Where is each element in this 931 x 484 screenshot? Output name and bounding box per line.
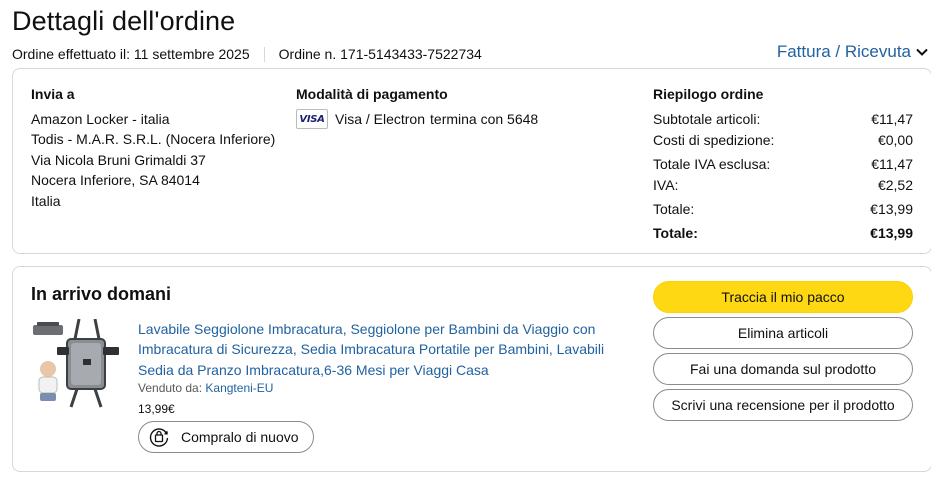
summary-row-total: Totale: €13,99 (653, 199, 913, 219)
track-package-button[interactable]: Traccia il mio pacco (653, 281, 913, 313)
shipping-address: Amazon Locker - italia Todis - M.A.R. S.… (31, 109, 275, 211)
meta-divider (263, 46, 265, 62)
visa-card-icon: VISA (296, 109, 328, 129)
order-date: Ordine effettuato il: 11 settembre 2025 (12, 46, 250, 62)
buy-again-button[interactable]: Compralo di nuovo (138, 421, 314, 453)
summary-value: €2,52 (877, 177, 913, 193)
summary-row-vat: IVA: €2,52 (653, 175, 913, 195)
card-type: Visa / Electron (335, 111, 426, 127)
invoice-dropdown[interactable]: Fattura / Ricevuta (777, 42, 929, 62)
payment-heading: Modalità di pagamento (296, 86, 448, 102)
delivery-status: In arrivo domani (31, 284, 172, 304)
summary-value: €13,99 (870, 201, 913, 217)
summary-label: Totale IVA esclusa: (653, 156, 771, 172)
summary-value: €11,47 (871, 111, 913, 127)
summary-row-grand-total: Totale: €13,99 (653, 223, 913, 243)
summary-value: €13,99 (870, 225, 913, 241)
summary-label: IVA: (653, 177, 679, 193)
address-line: Via Nicola Bruni Grimaldi 37 (31, 151, 206, 168)
summary-row-subtotal: Subtotale articoli: €11,47 (653, 109, 913, 129)
ask-question-button[interactable]: Fai una domanda sul prodotto (653, 353, 913, 385)
product-image[interactable] (31, 319, 127, 411)
address-line: Amazon Locker - italia (31, 111, 170, 127)
summary-row-shipping: Costi di spedizione: €0,00 (653, 130, 913, 150)
invoice-link-label: Fattura / Ricevuta (776, 42, 911, 61)
summary-label: Totale: (653, 201, 695, 217)
page-title: Dettagli dell'ordine (12, 6, 236, 36)
write-review-button[interactable]: Scrivi una recensione per il prodotto (653, 389, 913, 421)
shipment-card: In arrivo domani Lavabile Seggiolone Imb… (12, 266, 931, 472)
summary-label: Totale: (653, 225, 698, 241)
summary-label: Costi di spedizione: (653, 132, 775, 148)
summary-row-net: Totale IVA esclusa: €11,47 (653, 154, 913, 174)
delete-items-button[interactable]: Elimina articoli (653, 317, 913, 349)
summary-label: Subtotale articoli: (653, 111, 761, 127)
order-number: Ordine n. 171-5143433-7522734 (278, 46, 482, 62)
card-ending: termina con 5648 (430, 111, 539, 127)
seller-link[interactable]: Kangteni-EU (205, 381, 273, 395)
product-title-link[interactable]: Lavabile Seggiolone Imbracatura, Seggiol… (138, 319, 618, 380)
order-info-card: Invia a Amazon Locker - italia Todis - M… (12, 68, 931, 254)
summary-value: €11,47 (871, 156, 913, 172)
sold-by-label: Venduto da: (138, 381, 203, 395)
address-line: Nocera Inferiore, SA 84014 (31, 172, 200, 189)
shipping-heading: Invia a (31, 86, 75, 102)
product-price: 13,99€ (138, 402, 175, 416)
order-meta: Ordine effettuato il: 11 settembre 2025 … (12, 46, 482, 62)
summary-heading: Riepilogo ordine (653, 86, 764, 102)
address-line: Todis - M.A.R. S.R.L. (Nocera Inferiore) (31, 131, 276, 148)
address-line: Italia (31, 192, 61, 209)
summary-value: €0,00 (877, 132, 913, 148)
buy-again-icon (149, 428, 169, 447)
chevron-down-icon (916, 48, 928, 56)
payment-method: VISA Visa / Electron termina con 5648 (296, 109, 538, 129)
order-summary: Subtotale articoli: €11,47 Costi di sped… (653, 109, 913, 243)
sold-by: Venduto da: Kangteni-EU (138, 381, 273, 395)
buy-again-label: Compralo di nuovo (181, 429, 299, 445)
